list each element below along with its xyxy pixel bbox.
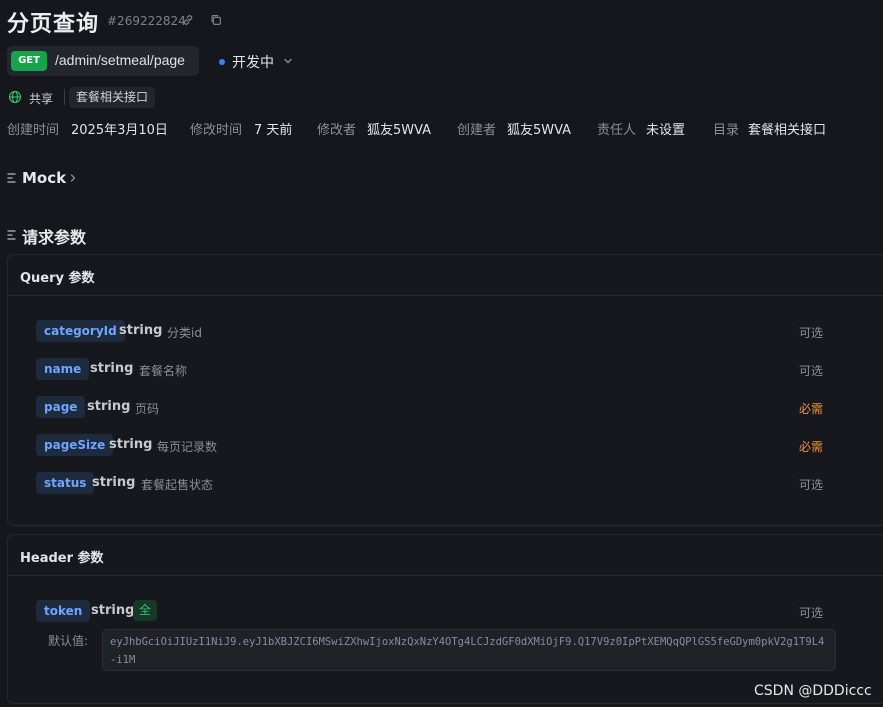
param-type: string — [119, 323, 163, 338]
param-desc: 每页记录数 — [157, 440, 218, 454]
status-select[interactable]: 开发中 — [232, 52, 274, 72]
modifier-value: 狐友5WVA — [367, 123, 432, 138]
param-required: 可选 — [799, 326, 824, 340]
page-title: 分页查询 — [7, 12, 100, 37]
param-required: 可选 — [799, 478, 824, 492]
param-name[interactable]: categoryId — [36, 320, 125, 342]
method-badge: GET — [11, 51, 47, 71]
section-collapse-icon[interactable] — [7, 172, 17, 184]
owner-value[interactable]: 未设置 — [646, 119, 685, 138]
endpoint-path[interactable]: /admin/setmeal/page — [55, 52, 185, 68]
param-name[interactable]: pageSize — [36, 434, 114, 456]
param-desc: 页码 — [135, 402, 160, 416]
card-header: Header 参数 — [8, 535, 883, 576]
default-value-box[interactable]: eyJhbGciOiJIUzI1NiJ9.eyJ1bXBJZCI6MSwiZXh… — [102, 629, 836, 671]
param-name[interactable]: status — [36, 472, 95, 494]
created-time-value: 2025年3月10日 — [71, 123, 168, 138]
scope-badge: 全 — [133, 600, 158, 621]
query-params-title: Query 参数 — [20, 271, 95, 286]
modified-time-label: 修改时间 — [190, 123, 243, 138]
param-type: string — [91, 603, 135, 618]
param-name[interactable]: token — [36, 600, 91, 622]
card-header: Query 参数 — [8, 255, 883, 296]
param-type: string — [87, 399, 131, 414]
section-collapse-icon[interactable] — [7, 229, 17, 241]
param-desc: 分类id — [167, 326, 202, 340]
watermark: CSDN @DDDiccc — [754, 683, 872, 699]
share-label[interactable]: 共享 — [29, 90, 53, 107]
chevron-down-icon[interactable] — [282, 55, 294, 67]
status-dot-icon — [219, 59, 225, 65]
param-type: string — [109, 437, 153, 452]
directory-label: 目录 — [713, 123, 740, 138]
created-time-label: 创建时间 — [7, 123, 60, 138]
param-required: 必需 — [799, 402, 824, 416]
param-required: 可选 — [799, 364, 824, 378]
creator-value: 狐友5WVA — [507, 123, 572, 138]
header-params-title: Header 参数 — [20, 551, 104, 566]
param-type: string — [92, 475, 136, 490]
chevron-right-icon[interactable] — [68, 173, 78, 183]
param-required: 必需 — [799, 440, 824, 454]
divider — [64, 89, 65, 105]
param-required: 可选 — [799, 606, 824, 620]
directory-value[interactable]: 套餐相关接口 — [748, 119, 826, 138]
param-desc: 套餐起售状态 — [141, 478, 214, 492]
creator-label: 创建者 — [457, 123, 497, 138]
copy-icon[interactable] — [209, 13, 223, 27]
owner-label: 责任人 — [597, 123, 637, 138]
param-name[interactable]: name — [36, 358, 90, 380]
api-id: #269222824 — [107, 14, 186, 28]
folder-tag[interactable]: 套餐相关接口 — [69, 87, 156, 108]
modified-time-value: 7 天前 — [254, 123, 293, 138]
modifier-label: 修改者 — [317, 123, 357, 138]
param-name[interactable]: page — [36, 396, 86, 418]
query-params-card: Query 参数 — [7, 254, 883, 526]
param-desc: 套餐名称 — [139, 364, 188, 378]
request-params-title: 请求参数 — [22, 228, 87, 247]
mock-section-title[interactable]: Mock — [22, 169, 66, 187]
param-type: string — [90, 361, 134, 376]
default-value-label: 默认值: — [48, 634, 89, 648]
link-icon[interactable] — [181, 13, 195, 27]
globe-icon — [8, 90, 22, 104]
